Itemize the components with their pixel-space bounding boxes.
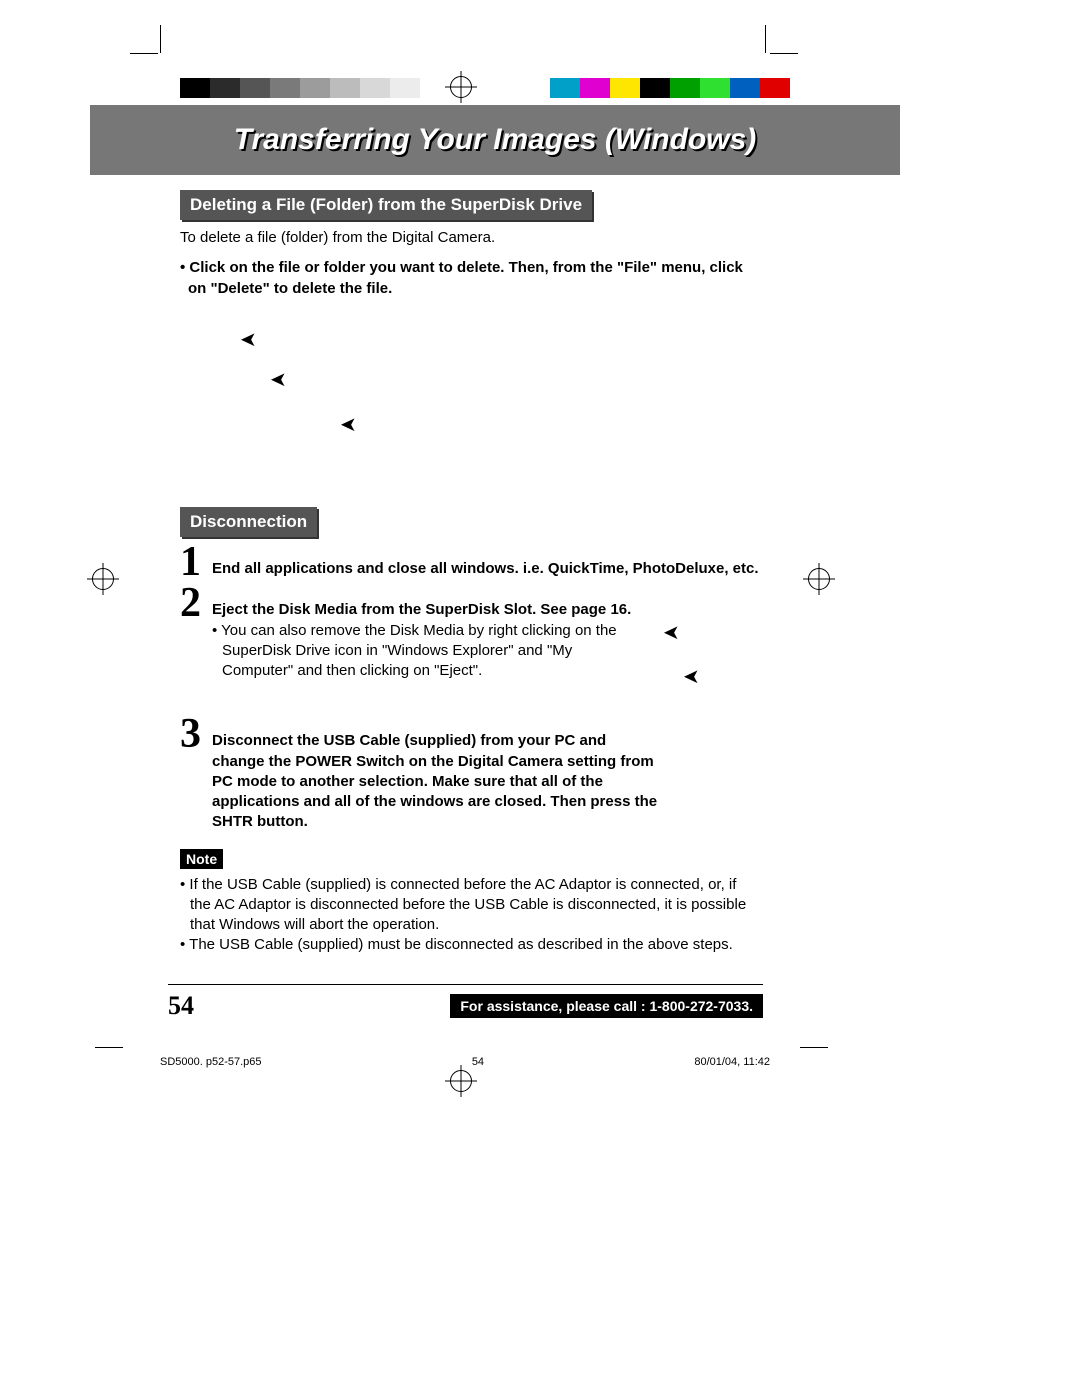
- color-swatch: [210, 78, 240, 98]
- crop-mark: [770, 53, 798, 54]
- registration-mark-icon: [450, 76, 472, 98]
- color-swatch: [610, 78, 640, 98]
- step-2: 2 Eject the Disk Media from the SuperDis…: [180, 586, 760, 681]
- color-swatch: [700, 78, 730, 98]
- note-bullet: If the USB Cable (supplied) is connected…: [180, 875, 760, 936]
- step-3: 3 Disconnect the USB Cable (supplied) fr…: [180, 717, 760, 832]
- cursor-icon: ➤: [663, 620, 680, 645]
- cursor-icon: ➤: [270, 367, 287, 392]
- step-number: 3: [180, 717, 204, 753]
- page-footer: 54 For assistance, please call : 1-800-2…: [168, 984, 763, 1021]
- color-swatch: [760, 78, 790, 98]
- note-bullet: The USB Cable (supplied) must be disconn…: [180, 935, 760, 955]
- crop-mark: [160, 25, 161, 53]
- color-swatch: [270, 78, 300, 98]
- instruction-bullet: Click on the file or folder you want to …: [180, 258, 760, 299]
- color-swatch: [580, 78, 610, 98]
- assistance-box: For assistance, please call : 1-800-272-…: [450, 994, 763, 1018]
- crop-mark: [130, 53, 158, 54]
- page-content: Deleting a File (Folder) from the SuperD…: [180, 190, 760, 956]
- color-swatch: [240, 78, 270, 98]
- crop-mark: [800, 1047, 828, 1048]
- note-label: Note: [180, 849, 223, 869]
- section-heading-delete: Deleting a File (Folder) from the SuperD…: [180, 190, 592, 220]
- registration-mark-icon: [92, 568, 114, 590]
- color-swatch: [640, 78, 670, 98]
- color-swatch: [300, 78, 330, 98]
- print-meta-line: SD5000. p52-57.p65 54 80/01/04, 11:42: [160, 1056, 770, 1068]
- step-text: Eject the Disk Media from the SuperDisk …: [212, 601, 631, 618]
- intro-text: To delete a file (folder) from the Digit…: [180, 228, 760, 248]
- cursor-icon: ➤: [240, 327, 257, 352]
- step-text: End all applications and close all windo…: [212, 560, 759, 577]
- step-text: Disconnect the USB Cable (supplied) from…: [212, 732, 657, 830]
- registration-mark-icon: [808, 568, 830, 590]
- printer-color-bar-grayscale: [180, 78, 420, 98]
- color-swatch: [390, 78, 420, 98]
- meta-datetime: 80/01/04, 11:42: [694, 1056, 770, 1068]
- section-heading-disconnect: Disconnection: [180, 507, 317, 537]
- color-swatch: [360, 78, 390, 98]
- color-swatch: [330, 78, 360, 98]
- step-sub-bullet: You can also remove the Disk Media by ri…: [212, 621, 632, 682]
- crop-mark: [765, 25, 766, 53]
- crop-mark: [95, 1047, 123, 1048]
- page-title: Transferring Your Images (Windows): [234, 123, 757, 157]
- page-number: 54: [168, 991, 194, 1021]
- printer-color-bar-cmyk: [550, 78, 790, 98]
- color-swatch: [550, 78, 580, 98]
- cursor-icon: ➤: [340, 412, 357, 437]
- step-number: 2: [180, 586, 204, 622]
- registration-mark-icon: [450, 1070, 472, 1092]
- meta-filename: SD5000. p52-57.p65: [160, 1056, 262, 1068]
- step-1: 1 End all applications and close all win…: [180, 545, 760, 581]
- color-swatch: [670, 78, 700, 98]
- meta-page: 54: [472, 1056, 484, 1068]
- page-title-banner: Transferring Your Images (Windows): [90, 105, 900, 175]
- cursor-icon: ➤: [683, 664, 700, 689]
- color-swatch: [180, 78, 210, 98]
- step-number: 1: [180, 545, 204, 581]
- color-swatch: [730, 78, 760, 98]
